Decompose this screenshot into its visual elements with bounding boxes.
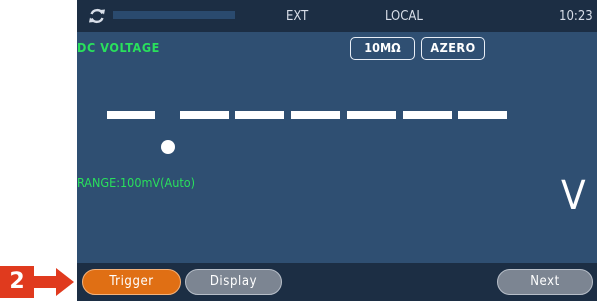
callout-number-badge: 2 xyxy=(0,266,34,298)
trigger-softkey[interactable]: Trigger xyxy=(82,269,181,295)
status-progress-strip xyxy=(113,11,235,19)
trigger-source-indicator: EXT xyxy=(286,9,309,24)
callout-arrow-icon xyxy=(34,268,74,296)
measurement-function-label: DC VOLTAGE xyxy=(77,40,160,55)
softkey-bar: Trigger Display Next xyxy=(77,263,597,301)
unit-label: V xyxy=(561,173,586,219)
reading-digit-dash xyxy=(347,111,396,119)
display-softkey[interactable]: Display xyxy=(185,269,282,295)
clock: 10:23 xyxy=(559,9,593,24)
meter-display-screen: EXT LOCAL 10:23 DC VOLTAGE 10MΩ AZERO RA… xyxy=(77,0,597,301)
refresh-icon xyxy=(89,8,105,24)
input-impedance-button[interactable]: 10MΩ xyxy=(350,37,415,60)
status-bar: EXT LOCAL 10:23 xyxy=(77,0,597,32)
next-softkey[interactable]: Next xyxy=(497,269,593,295)
reading-digit-dash xyxy=(458,111,507,119)
reading-digit-dash xyxy=(403,111,452,119)
reading-sign-dash xyxy=(107,111,155,119)
range-label: RANGE:100mV(Auto) xyxy=(77,175,196,190)
reading-decimal-point xyxy=(161,140,175,154)
reading-digit-dash xyxy=(180,111,229,119)
remote-state-indicator: LOCAL xyxy=(385,9,423,24)
autozero-button[interactable]: AZERO xyxy=(421,37,485,60)
reading-digit-dash xyxy=(235,111,284,119)
reading-digit-dash xyxy=(291,111,340,119)
